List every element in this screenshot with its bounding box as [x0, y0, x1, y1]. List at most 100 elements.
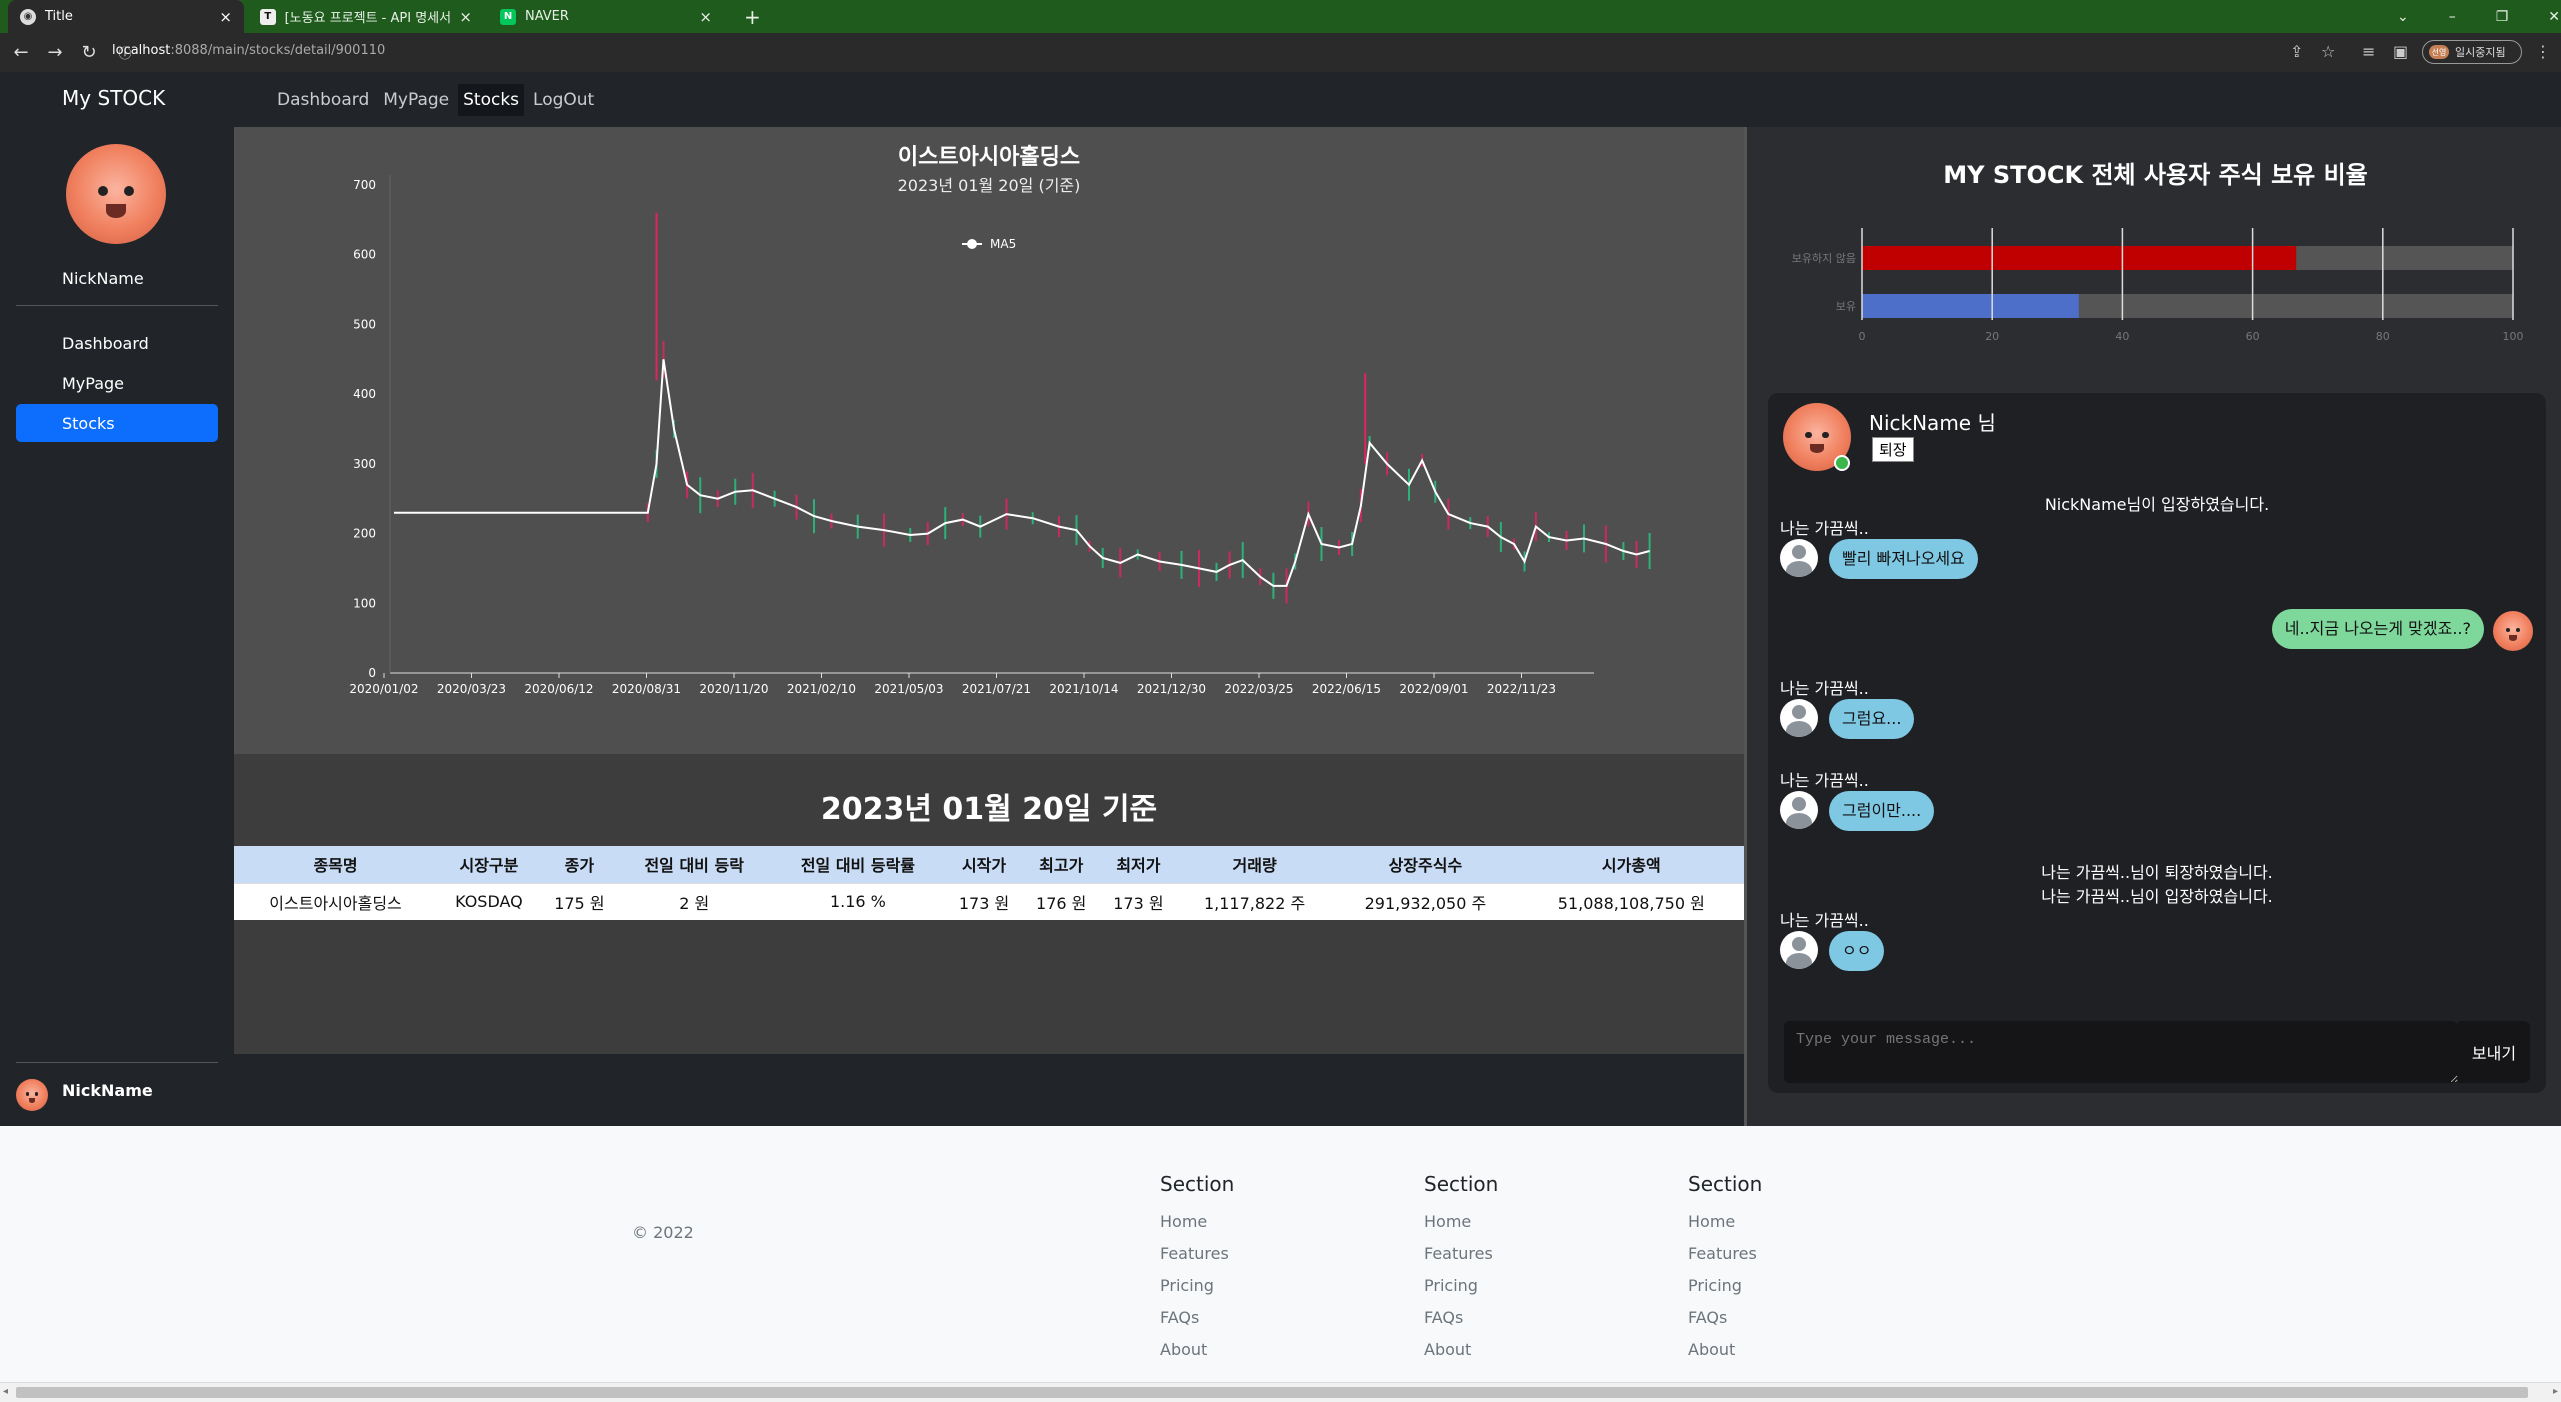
sidebar-item-dashboard[interactable]: Dashboard [16, 324, 218, 362]
ratio-category-label: 보유 [1836, 300, 1856, 313]
x-tick-label: 2021/07/21 [962, 682, 1031, 696]
footer-link-about[interactable]: About [1424, 1334, 1498, 1366]
menu-icon[interactable]: ⋮ [2535, 42, 2551, 61]
close-icon[interactable]: × [219, 8, 232, 26]
leave-button[interactable]: 퇴장 [1872, 437, 1914, 462]
footer-link-features[interactable]: Features [1160, 1238, 1234, 1270]
globe-icon: ◉ [20, 8, 36, 25]
scroll-right-icon[interactable]: ▸ [2553, 1386, 2558, 1397]
table-cell: 291,932,050 주 [1332, 882, 1519, 920]
tab-naver[interactable]: N NAVER × [488, 0, 724, 33]
message-sender: 나는 가끔씩.. [1780, 519, 1869, 538]
send-button[interactable]: 보내기 [2458, 1021, 2530, 1083]
url-host: localhost [112, 43, 171, 58]
message-sender: 나는 가끔씩.. [1780, 679, 1869, 698]
nav-logout[interactable]: LogOut [528, 84, 599, 116]
my-chat-bubble: 네..지금 나오는게 맞겠죠..? [2271, 609, 2484, 649]
ratio-bar [1862, 294, 2079, 318]
candle [655, 212, 658, 381]
column-header: 시작가 [945, 846, 1023, 883]
top-nav: Dashboard MyPage Stocks LogOut [234, 72, 599, 127]
divider [16, 1062, 218, 1063]
footer-link-features[interactable]: Features [1424, 1238, 1498, 1270]
footer-section-title: Section [1688, 1172, 1763, 1196]
footer [0, 1126, 2561, 1382]
media-icon[interactable]: ≡ [2362, 42, 2375, 61]
chart-title: 이스트아시아홀딩스 [897, 145, 1081, 170]
footer-link-home[interactable]: Home [1160, 1206, 1234, 1238]
scrollbar-thumb[interactable] [16, 1387, 2528, 1398]
footer-link-pricing[interactable]: Pricing [1160, 1270, 1234, 1302]
tab-api-spec[interactable]: T [노동요 프로젝트 - API 명세서] - × [248, 0, 484, 33]
x-tick-label: 2021/02/10 [787, 682, 856, 696]
x-tick-label: 2021/10/14 [1049, 682, 1118, 696]
tab-title[interactable]: ◉ Title × [8, 0, 244, 33]
date-header: 2023년 01월 20일 기준 [234, 754, 1744, 856]
footer-link-faqs[interactable]: FAQs [1688, 1302, 1762, 1334]
x-tick-label: 2020/01/02 [349, 682, 418, 696]
sidebar: My STOCK NickName Dashboard MyPage Stock… [0, 72, 234, 1126]
nav-dashboard[interactable]: Dashboard [272, 84, 374, 116]
side-panel-icon[interactable]: ▣ [2393, 42, 2408, 61]
url-path: :8088/main/stocks/detail/900110 [170, 43, 386, 58]
chat-message-input[interactable] [1784, 1021, 2458, 1083]
table-cell: 173 원 [1099, 882, 1177, 920]
brand-title[interactable]: My STOCK [62, 86, 165, 110]
x-tick-label: 2020/03/23 [437, 682, 506, 696]
y-tick-label: 0 [368, 666, 376, 680]
profile-button[interactable]: 선영 일시중지됨 [2422, 40, 2522, 64]
stock-price-chart[interactable]: 01002003004005006007002020/01/02 2020/03/… [234, 127, 1744, 826]
column-header: 시가총액 [1518, 846, 1744, 883]
ratio-tick-label: 0 [1859, 330, 1866, 343]
stock-table: 종목명 시장구분 종가 전일 대비 등락 전일 대비 등락률 시작가 최고가 최저가 거래량 상장… [234, 846, 1744, 920]
sidebar-username: NickName [62, 269, 144, 288]
horizontal-scrollbar[interactable]: ◂ ▸ [0, 1382, 2561, 1402]
sidebar-item-mypage[interactable]: MyPage [16, 364, 218, 402]
footer-link-faqs[interactable]: FAQs [1160, 1302, 1234, 1334]
ratio-chart-title: MY STOCK 전체 사용자 주식 보유 비율 [1943, 161, 2368, 189]
reload-icon[interactable]: ↻ [76, 42, 102, 63]
close-icon[interactable]: × [699, 8, 712, 26]
footer-link-home[interactable]: Home [1424, 1206, 1498, 1238]
column-header: 전일 대비 등락 [617, 846, 771, 883]
close-window-icon[interactable]: ✕ [2548, 9, 2560, 25]
url-field[interactable]: localhost:8088/main/stocks/detail/900110 [112, 43, 385, 58]
avatar[interactable] [16, 1079, 48, 1111]
share-icon[interactable]: ⇪ [2290, 42, 2303, 61]
close-icon[interactable]: × [459, 8, 472, 26]
y-tick-label: 600 [353, 248, 376, 262]
restore-icon[interactable]: ❐ [2496, 9, 2509, 25]
footer-link-home[interactable]: Home [1688, 1206, 1762, 1238]
tab-label: [노동요 프로젝트 - API 명세서] - [284, 11, 451, 26]
forward-icon[interactable]: → [42, 42, 68, 63]
bookmark-star-icon[interactable]: ☆ [2321, 42, 2335, 61]
footer-link-faqs[interactable]: FAQs [1424, 1302, 1498, 1334]
footer-link-pricing[interactable]: Pricing [1688, 1270, 1762, 1302]
footer-link-about[interactable]: About [1160, 1334, 1234, 1366]
footer-link-pricing[interactable]: Pricing [1424, 1270, 1498, 1302]
x-tick-label: 2020/06/12 [524, 682, 593, 696]
stock-chart-panel: 0 100 200 300 400 500 600 700 2020/01/02 2020/03/… [234, 127, 1744, 826]
ma5-line [394, 359, 1650, 587]
ratio-tick-label: 40 [2115, 330, 2129, 343]
footer-section-title: Section [1424, 1172, 1499, 1196]
sidebar-footer-username[interactable]: NickName [62, 1081, 153, 1100]
tab-search-icon[interactable]: ⌄ [2397, 9, 2409, 25]
user-avatar-icon [1780, 699, 1818, 737]
scroll-left-icon[interactable]: ◂ [3, 1386, 8, 1397]
table-cell: 이스트아시아홀딩스 [234, 882, 438, 920]
column-header: 종목명 [234, 846, 438, 883]
back-icon[interactable]: ← [8, 42, 34, 63]
ratio-bar [1862, 246, 2297, 270]
new-tab-button[interactable]: + [732, 0, 773, 33]
footer-section: Section Home Features Pricing FAQs About [1160, 1172, 1234, 1366]
x-tick-label: 2022/11/23 [1487, 682, 1556, 696]
nav-mypage[interactable]: MyPage [378, 84, 454, 116]
x-tick-label: 2020/08/31 [612, 682, 681, 696]
sidebar-item-stocks[interactable]: Stocks [16, 404, 218, 442]
footer-link-about[interactable]: About [1688, 1334, 1762, 1366]
minimize-icon[interactable]: – [2449, 9, 2456, 25]
stock-table-wrap: 종목명 시장구분 종가 전일 대비 등락 전일 대비 등락률 시작가 최고가 최저가 거래량 상장… [234, 846, 1744, 1054]
footer-link-features[interactable]: Features [1688, 1238, 1762, 1270]
nav-stocks[interactable]: Stocks [458, 83, 525, 116]
